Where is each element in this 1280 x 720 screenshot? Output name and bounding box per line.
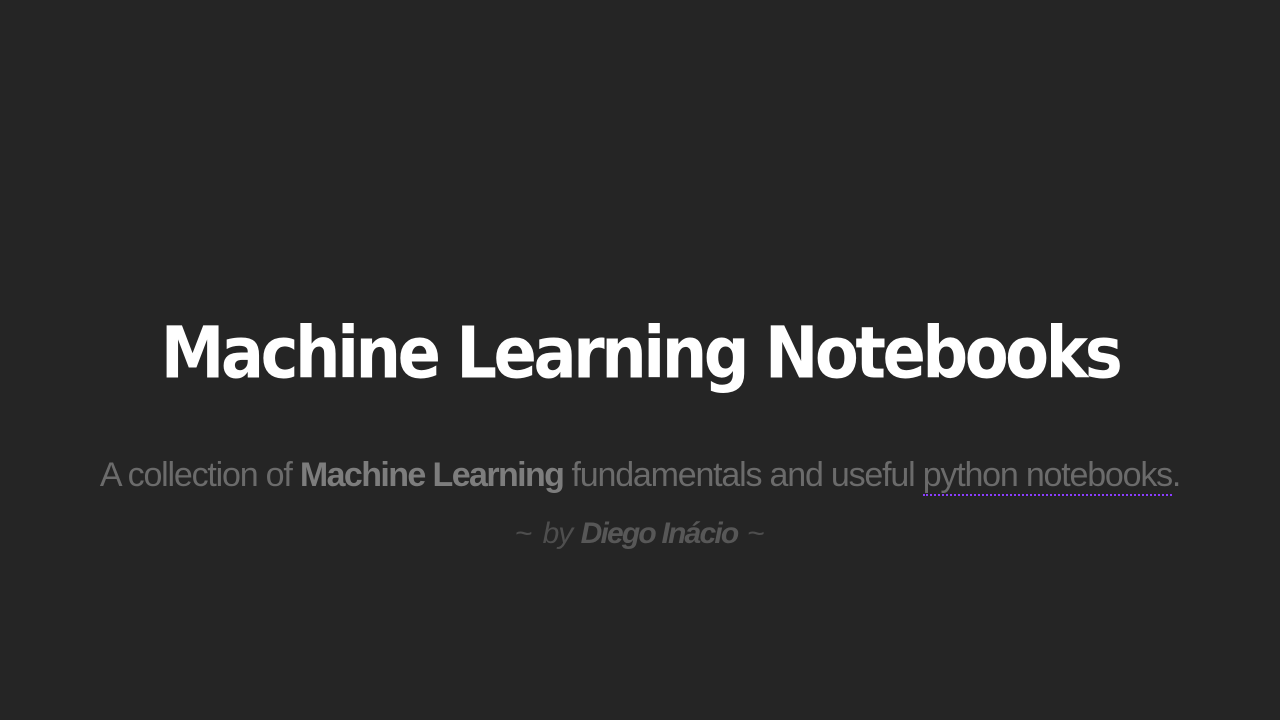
page-title: Machine Learning Notebooks [160, 312, 1123, 396]
subtitle-middle: fundamentals and useful [563, 456, 923, 494]
byline-by: by [542, 517, 574, 550]
subtitle-suffix: . [1171, 456, 1181, 494]
hero-section: Machine Learning Notebooks A collection … [0, 0, 1280, 720]
python-notebooks-link[interactable]: python notebooks [922, 456, 1173, 496]
author-name: Diego Inácio [580, 517, 740, 550]
byline-tilde-right: ~ [747, 517, 765, 550]
byline-tilde-left: ~ [515, 517, 533, 550]
subtitle: A collection of Machine Learning fundame… [0, 450, 1280, 500]
byline: ~ by Diego Inácio ~ [0, 512, 1280, 556]
subtitle-emphasis: Machine Learning [299, 456, 565, 494]
subtitle-prefix: A collection of [99, 456, 300, 494]
